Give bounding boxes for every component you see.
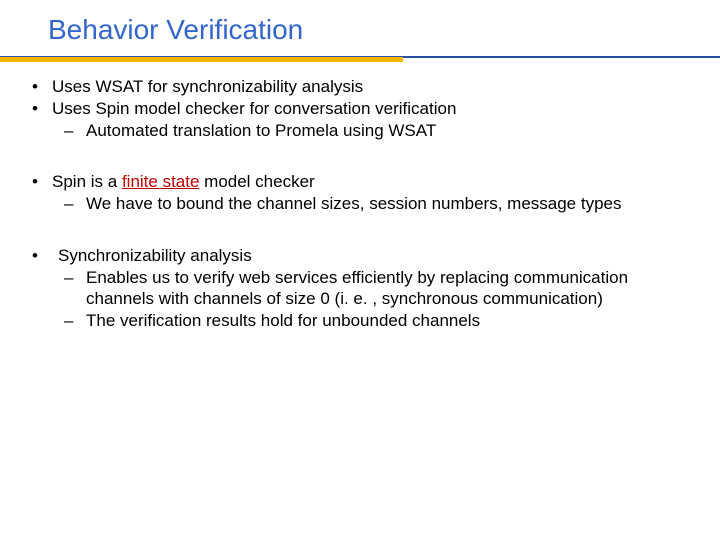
bullet-text: Synchronizability analysis xyxy=(52,245,680,267)
emphasis-text: finite state xyxy=(122,172,200,191)
sub-bullet-item: – Automated translation to Promela using… xyxy=(26,120,680,142)
bullet-block: • Synchronizability analysis – Enables u… xyxy=(26,245,680,332)
bullet-text: Uses WSAT for synchronizability analysis xyxy=(52,76,680,98)
bullet-mark: • xyxy=(26,98,52,120)
slide-title: Behavior Verification xyxy=(48,14,720,46)
text-post: model checker xyxy=(199,172,314,191)
sub-bullet-text: We have to bound the channel sizes, sess… xyxy=(86,193,680,215)
bullet-mark: • xyxy=(26,76,52,98)
bullet-text: Spin is a finite state model checker xyxy=(52,171,680,193)
bullet-mark: • xyxy=(26,171,52,193)
bullet-item: • Uses WSAT for synchronizability analys… xyxy=(26,76,680,98)
sub-bullet-text: Enables us to verify web services effici… xyxy=(86,267,680,311)
sub-bullet-item: – Enables us to verify web services effi… xyxy=(26,267,680,311)
sub-bullet-text: The verification results hold for unboun… xyxy=(86,310,680,332)
bullet-item: • Synchronizability analysis xyxy=(26,245,680,267)
bullet-mark: • xyxy=(26,245,52,267)
bullet-item: • Uses Spin model checker for conversati… xyxy=(26,98,680,120)
sub-bullet-item: – The verification results hold for unbo… xyxy=(26,310,680,332)
sub-bullet-item: – We have to bound the channel sizes, se… xyxy=(26,193,680,215)
dash-mark: – xyxy=(64,267,86,311)
bullet-block: • Uses WSAT for synchronizability analys… xyxy=(26,76,680,141)
text-pre: Spin is a xyxy=(52,172,122,191)
sub-bullet-text: Automated translation to Promela using W… xyxy=(86,120,680,142)
bullet-item: • Spin is a finite state model checker xyxy=(26,171,680,193)
dash-mark: – xyxy=(64,120,86,142)
bullet-block: • Spin is a finite state model checker –… xyxy=(26,171,680,215)
dash-mark: – xyxy=(64,193,86,215)
bullet-text: Uses Spin model checker for conversation… xyxy=(52,98,680,120)
slide-body: • Uses WSAT for synchronizability analys… xyxy=(0,62,720,332)
dash-mark: – xyxy=(64,310,86,332)
